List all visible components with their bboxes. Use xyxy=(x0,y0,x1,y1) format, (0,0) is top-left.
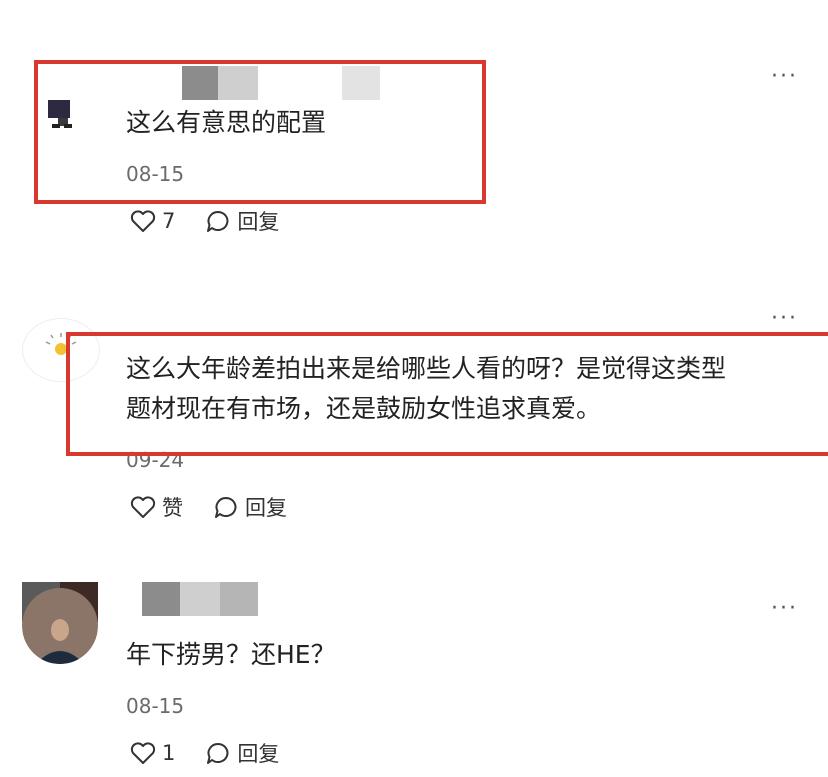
like-label: 赞 xyxy=(162,496,183,520)
heart-icon xyxy=(130,496,156,518)
reply-label: 回复 xyxy=(245,496,287,520)
heart-icon xyxy=(130,210,156,232)
like-count: 1 xyxy=(162,741,176,765)
reply-button[interactable]: 回复 xyxy=(205,206,279,236)
like-button[interactable]: 1 xyxy=(130,741,175,765)
username-blur xyxy=(180,582,220,616)
reply-button[interactable]: 回复 xyxy=(213,492,287,522)
more-icon[interactable]: ··· xyxy=(771,598,798,620)
speech-bubble-icon xyxy=(207,211,229,232)
highlight-box xyxy=(66,332,828,456)
avatar[interactable] xyxy=(22,582,98,664)
reply-button[interactable]: 回复 xyxy=(205,738,279,768)
more-icon[interactable]: ··· xyxy=(771,66,798,88)
like-button[interactable]: 7 xyxy=(130,209,175,233)
username-blur xyxy=(142,582,180,616)
comment-1: ··· 这么有意思的配置 08-15 7 回复 xyxy=(0,0,828,260)
comment-date: 08-15 xyxy=(126,694,185,718)
comment-actions: 7 回复 xyxy=(130,206,309,236)
speech-bubble-icon xyxy=(215,497,237,518)
like-button[interactable]: 赞 xyxy=(130,492,183,522)
username-blur xyxy=(220,582,258,616)
reply-label: 回复 xyxy=(237,742,280,766)
like-count: 7 xyxy=(162,209,176,233)
heart-icon xyxy=(130,742,156,764)
comment-actions: 赞 回复 xyxy=(130,492,317,522)
speech-bubble-icon xyxy=(207,743,229,764)
comment-text: 年下捞男？还HE？ xyxy=(126,640,336,669)
comment-actions: 1 回复 xyxy=(130,738,309,768)
more-icon[interactable]: ··· xyxy=(771,308,798,330)
reply-label: 回复 xyxy=(237,210,280,234)
highlight-box xyxy=(34,60,486,204)
